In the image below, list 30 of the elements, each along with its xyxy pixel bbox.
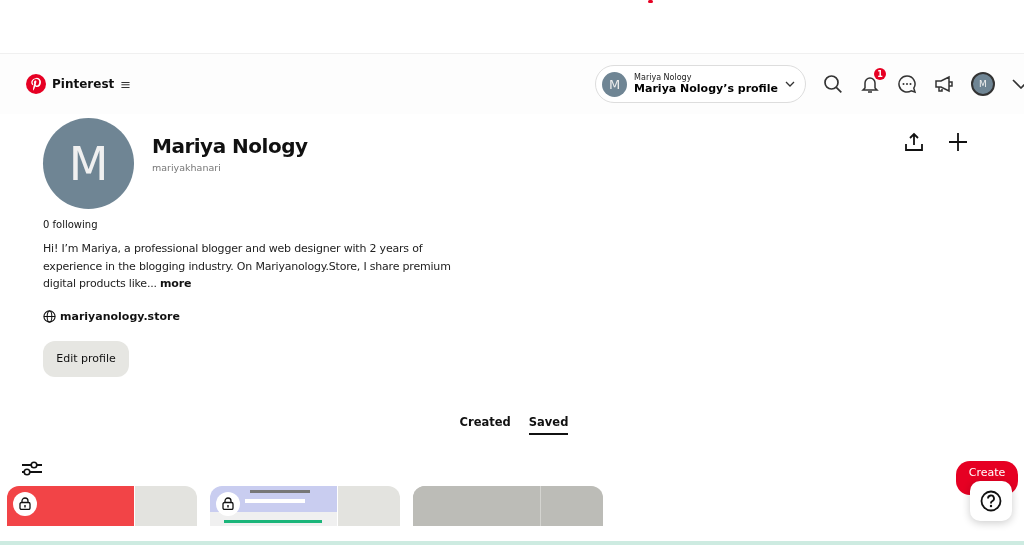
pinterest-logo-icon[interactable] xyxy=(26,74,46,94)
profile-avatar: M xyxy=(43,118,134,209)
more-link[interactable]: more xyxy=(160,277,192,290)
plus-icon[interactable] xyxy=(948,132,968,152)
account-avatar: M xyxy=(602,71,628,97)
bell-icon[interactable] xyxy=(860,74,880,94)
help-button[interactable] xyxy=(970,481,1012,521)
search-icon[interactable] xyxy=(823,74,843,94)
chat-bubble-icon[interactable] xyxy=(897,74,917,94)
username: mariyakhanari xyxy=(152,162,222,173)
edit-profile-button[interactable]: Edit profile xyxy=(43,340,129,377)
profile-tab[interactable]: Created xyxy=(459,412,511,435)
account-label: Mariya Nology’s profile xyxy=(634,82,778,95)
profile-tab[interactable]: Saved xyxy=(528,412,569,435)
globe-icon xyxy=(43,309,56,323)
share-icon[interactable] xyxy=(904,132,924,152)
accent-mark xyxy=(648,0,653,3)
filter-icon[interactable] xyxy=(21,459,43,478)
bio-text: Hi! I’m Mariya, a professional blogger and web designer with 2 years of experience in the blogging industry. On Mariyanology.Store, I share premium digital products like... more xyxy=(43,241,452,292)
help-icon xyxy=(980,490,1002,512)
notification-badge: 1 xyxy=(874,68,886,80)
following-count[interactable]: 0 following xyxy=(43,219,459,230)
website-link[interactable]: mariyanology.store xyxy=(60,309,180,323)
account-name: Mariya Nology xyxy=(634,73,693,82)
account-switcher[interactable]: M Mariya Nology Mariya Nology’s profile xyxy=(595,65,806,103)
chevron-down-icon xyxy=(785,81,795,87)
megaphone-icon[interactable] xyxy=(934,74,954,94)
menu-icon[interactable]: ≡ xyxy=(120,76,132,92)
brand-name[interactable]: Pinterest xyxy=(52,77,115,91)
profile-name: Mariya Nology xyxy=(152,134,308,158)
